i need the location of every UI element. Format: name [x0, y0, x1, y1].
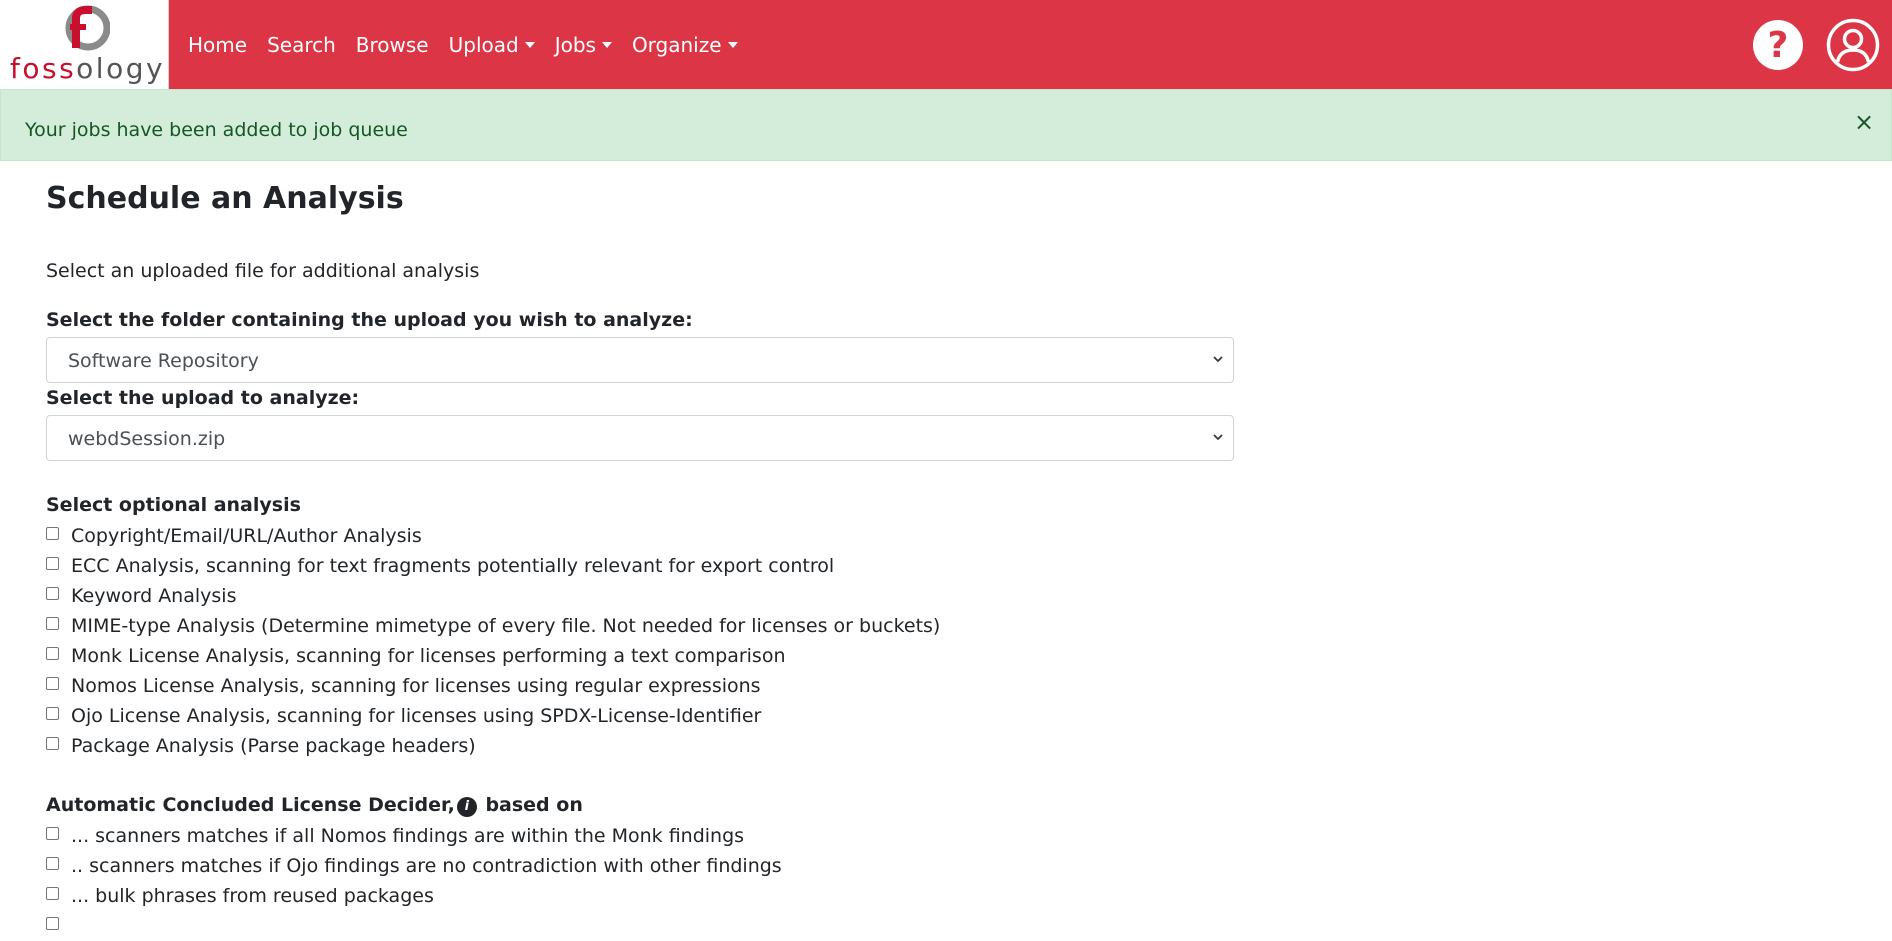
option-copyright: Copyright/Email/URL/Author Analysis	[46, 521, 422, 551]
checkbox[interactable]	[46, 526, 59, 540]
folder-select-label: Select the folder containing the upload …	[46, 309, 693, 331]
checkbox[interactable]	[46, 736, 59, 750]
nav-jobs-dropdown[interactable]: Jobs	[555, 33, 612, 57]
checkbox[interactable]	[46, 826, 59, 840]
option-label: MIME-type Analysis (Determine mimetype o…	[71, 615, 941, 637]
option-ojo: Ojo License Analysis, scanning for licen…	[46, 701, 761, 731]
logo-wordmark: fossology	[10, 52, 166, 85]
decider-option-partial	[46, 911, 71, 941]
option-label: Copyright/Email/URL/Author Analysis	[71, 525, 422, 547]
intro-text: Select an uploaded file for additional a…	[46, 260, 480, 282]
option-label: Package Analysis (Parse package headers)	[71, 735, 476, 757]
option-label: Keyword Analysis	[71, 585, 237, 607]
upload-select[interactable]: webdSession.zip	[46, 415, 1234, 461]
nav-upload-dropdown[interactable]: Upload	[449, 33, 535, 57]
alert-message: Your jobs have been added to job queue	[25, 119, 408, 141]
upload-select-value: webdSession.zip	[68, 428, 226, 450]
option-label: Nomos License Analysis, scanning for lic…	[71, 675, 761, 697]
decider-option-nomos-monk: ... scanners matches if all Nomos findin…	[46, 821, 744, 851]
checkbox[interactable]	[46, 586, 59, 600]
nav-home[interactable]: Home	[188, 33, 247, 57]
option-package: Package Analysis (Parse package headers)	[46, 731, 476, 761]
folder-select[interactable]: Software Repository	[46, 337, 1234, 383]
upload-select-label: Select the upload to analyze:	[46, 387, 360, 409]
checkbox[interactable]	[46, 646, 59, 660]
optional-analysis-heading: Select optional analysis	[46, 494, 301, 516]
option-nomos: Nomos License Analysis, scanning for lic…	[46, 671, 761, 701]
decider-heading: Automatic Concluded License Decider, i ba…	[46, 794, 583, 817]
checkbox[interactable]	[46, 706, 59, 720]
option-mimetype: MIME-type Analysis (Determine mimetype o…	[46, 611, 940, 641]
fossology-logo-icon	[65, 5, 110, 51]
option-label: ECC Analysis, scanning for text fragment…	[71, 555, 835, 577]
nav-organize-dropdown[interactable]: Organize	[632, 33, 738, 57]
checkbox[interactable]	[46, 556, 59, 570]
checkbox[interactable]	[46, 886, 59, 900]
option-label: ... scanners matches if all Nomos findin…	[71, 825, 745, 847]
chevron-down-icon	[1213, 356, 1223, 363]
nav-search[interactable]: Search	[267, 33, 336, 57]
folder-select-value: Software Repository	[68, 350, 259, 372]
option-monk: Monk License Analysis, scanning for lice…	[46, 641, 786, 671]
checkbox[interactable]	[46, 616, 59, 630]
checkbox[interactable]	[46, 856, 59, 870]
top-navbar: fossology Home Search Browse Upload Jobs…	[0, 0, 1892, 89]
info-icon[interactable]: i	[456, 796, 477, 817]
option-label: Monk License Analysis, scanning for lice…	[71, 645, 786, 667]
nav-browse[interactable]: Browse	[356, 33, 429, 57]
close-icon[interactable]: ×	[1854, 110, 1874, 134]
user-avatar-icon[interactable]	[1826, 18, 1880, 72]
question-mark-icon: ?	[1767, 24, 1789, 66]
success-alert: Your jobs have been added to job queue ×	[0, 89, 1892, 161]
fossology-logo[interactable]: fossology	[0, 0, 169, 89]
option-label: ... bulk phrases from reused packages	[71, 885, 434, 907]
page-title: Schedule an Analysis	[46, 181, 404, 216]
option-label: Ojo License Analysis, scanning for licen…	[71, 705, 762, 727]
decider-heading-text: Automatic Concluded License Decider,	[46, 794, 455, 816]
option-label: .. scanners matches if Ojo findings are …	[71, 855, 782, 877]
chevron-down-icon	[1213, 434, 1223, 441]
main-menu: Home Search Browse Upload Jobs Organize	[188, 0, 758, 89]
decider-option-bulk: ... bulk phrases from reused packages	[46, 881, 434, 911]
checkbox[interactable]	[46, 916, 59, 930]
help-button[interactable]: ?	[1753, 20, 1803, 70]
option-keyword: Keyword Analysis	[46, 581, 236, 611]
decider-heading-suffix: based on	[485, 794, 583, 816]
checkbox[interactable]	[46, 676, 59, 690]
decider-option-ojo: .. scanners matches if Ojo findings are …	[46, 851, 782, 881]
option-ecc: ECC Analysis, scanning for text fragment…	[46, 551, 834, 581]
